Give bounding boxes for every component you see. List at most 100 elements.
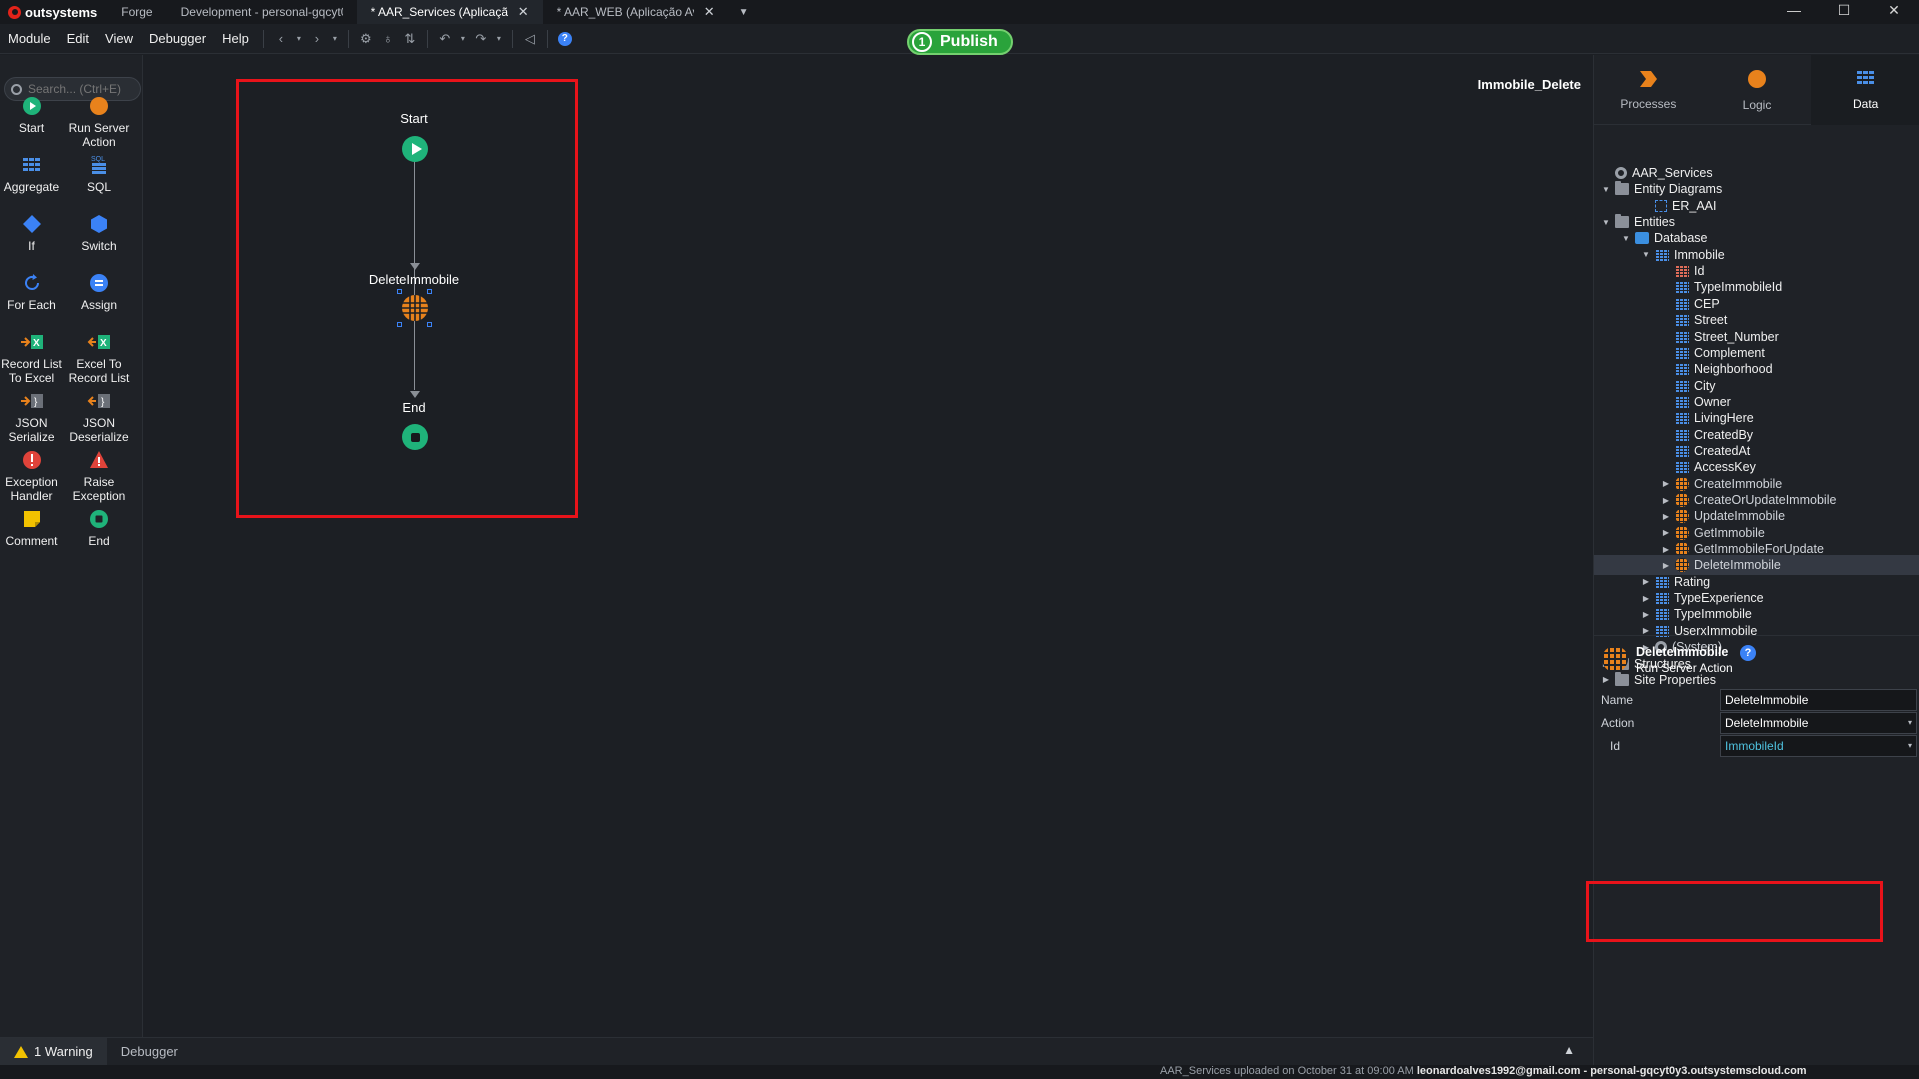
close-window-button[interactable]: ✕ (1869, 0, 1919, 24)
debugger-tab[interactable]: Debugger (107, 1038, 192, 1066)
run-server-action-node[interactable] (400, 293, 430, 323)
collapsed-arrow-icon[interactable]: ▶ (1660, 561, 1672, 570)
database-icon (1635, 232, 1649, 245)
run-server-action-icon (63, 95, 135, 117)
back-dropdown-icon[interactable]: ▾ (292, 28, 306, 50)
close-tab-icon[interactable]: ✕ (704, 4, 715, 20)
collapsed-arrow-icon[interactable]: ▶ (1660, 512, 1672, 521)
expanded-arrow-icon[interactable]: ▼ (1640, 250, 1652, 259)
entity-action-icon (1675, 493, 1689, 507)
document-tab[interactable]: * AAR_Services (Aplicação Avaliação ✕ (356, 0, 543, 24)
tool-excel-to-record-list[interactable]: X Excel To Record List (63, 331, 135, 385)
property-id-field[interactable]: ImmobileId ▾ (1720, 735, 1917, 757)
tree-item-label: GetImmobile (1694, 525, 1765, 540)
tool-sql[interactable]: SQL SQL (63, 154, 135, 194)
tab-data[interactable]: Data (1811, 55, 1919, 125)
data-icon (1856, 70, 1876, 91)
tool-start[interactable]: Start (0, 95, 63, 135)
expanded-arrow-icon[interactable]: ▼ (1600, 185, 1612, 194)
menu-help[interactable]: Help (214, 31, 257, 46)
tool-aggregate[interactable]: Aggregate (0, 154, 63, 194)
megaphone-icon[interactable]: ◁ (519, 28, 541, 50)
selection-handle[interactable] (427, 322, 432, 327)
toolbox-search-input[interactable] (28, 82, 128, 96)
menu-edit[interactable]: Edit (59, 31, 97, 46)
tab-logic[interactable]: Logic (1703, 55, 1812, 125)
maximize-button[interactable]: ☐ (1819, 0, 1869, 24)
menu-debugger[interactable]: Debugger (141, 31, 214, 46)
tool-exception-handler[interactable]: Exception Handler (0, 449, 63, 503)
navigate-back-icon[interactable]: ‹ (270, 28, 292, 50)
forward-dropdown-icon[interactable]: ▾ (328, 28, 342, 50)
settings-gear-icon[interactable]: ⚙ (355, 28, 377, 50)
expanded-arrow-icon[interactable]: ▼ (1600, 218, 1612, 227)
navigate-forward-icon[interactable]: › (306, 28, 328, 50)
property-action-field[interactable]: DeleteImmobile ▾ (1720, 712, 1917, 734)
tool-record-list-to-excel[interactable]: X Record List To Excel (0, 331, 63, 385)
collapsed-arrow-icon[interactable]: ▶ (1660, 528, 1672, 537)
document-tab-label: * AAR_WEB (Aplicação Avaliação Im (556, 5, 694, 19)
selection-handle[interactable] (397, 322, 402, 327)
tab-processes[interactable]: Processes (1594, 55, 1703, 125)
end-node[interactable] (402, 424, 428, 450)
help-icon[interactable]: ? (554, 28, 576, 50)
undo-icon[interactable]: ↶ (434, 28, 456, 50)
aggregate-icon (0, 154, 63, 176)
tree-item-label: CEP (1694, 296, 1720, 311)
document-tab[interactable]: Forge (107, 0, 166, 24)
property-label: Name (1601, 693, 1634, 707)
dropdown-arrow-icon[interactable]: ▾ (1908, 718, 1912, 727)
redo-icon[interactable]: ↷ (470, 28, 492, 50)
dependencies-icon[interactable]: ♁ (377, 28, 399, 50)
entity-action-icon (1675, 476, 1689, 491)
selection-handle[interactable] (427, 289, 432, 294)
debugger-tab-label: Debugger (120, 1044, 178, 1059)
tool-label: JSON Deserialize (69, 416, 129, 444)
tool-label: If (28, 239, 35, 253)
publish-button[interactable]: 1 Publish (907, 29, 1013, 55)
menu-module[interactable]: Module (0, 31, 59, 46)
menu-view[interactable]: View (97, 31, 141, 46)
compare-merge-icon[interactable]: ⇅ (399, 28, 421, 50)
tool-assign[interactable]: Assign (63, 272, 135, 312)
expand-panel-chevron-icon[interactable]: ▲ (1563, 1043, 1575, 1057)
help-icon[interactable]: ? (1740, 644, 1757, 661)
bottom-bar: 1 Warning Debugger ▲ (0, 1037, 1593, 1066)
tool-run-server-action[interactable]: Run Server Action (63, 95, 135, 149)
property-row-id: Id ImmobileId ▾ (1594, 735, 1919, 759)
tool-if[interactable]: If (0, 213, 63, 253)
minimize-button[interactable]: — (1769, 0, 1819, 24)
dropdown-arrow-icon[interactable]: ▾ (1908, 741, 1912, 750)
collapsed-arrow-icon[interactable]: ▶ (1660, 496, 1672, 505)
tool-end[interactable]: End (63, 508, 135, 548)
collapsed-arrow-icon[interactable]: ▶ (1640, 610, 1652, 619)
tool-switch[interactable]: Switch (63, 213, 135, 253)
tool-json-serialize[interactable]: } JSON Serialize (0, 390, 63, 444)
close-tab-icon[interactable]: ✕ (518, 4, 529, 20)
end-icon (63, 508, 135, 530)
collapsed-arrow-icon[interactable]: ▶ (1640, 626, 1652, 635)
collapsed-arrow-icon[interactable]: ▶ (1660, 479, 1672, 488)
warnings-tab[interactable]: 1 Warning (0, 1037, 107, 1066)
tool-for-each[interactable]: For Each (0, 272, 63, 312)
tool-raise-exception[interactable]: Raise Exception (63, 449, 135, 503)
tree-item-label: TypeImmobile (1674, 607, 1752, 622)
property-name-field[interactable]: DeleteImmobile (1720, 689, 1917, 711)
tab-list-dropdown-icon[interactable]: ▼ (729, 7, 759, 18)
collapsed-arrow-icon[interactable]: ▶ (1640, 594, 1652, 603)
tree-item-label: Database (1654, 231, 1708, 246)
start-node[interactable] (402, 136, 428, 162)
document-tab[interactable]: Development - personal-gqcyt0y3.outs (167, 0, 357, 24)
tool-label: Start (18, 121, 45, 135)
user-environment: leonardoalves1992@gmail.com - personal-g… (1416, 1065, 1807, 1077)
redo-dropdown-icon[interactable]: ▾ (492, 28, 506, 50)
undo-dropdown-icon[interactable]: ▾ (456, 28, 470, 50)
document-tab[interactable]: * AAR_WEB (Aplicação Avaliação Im ✕ (543, 0, 729, 24)
tool-label: End (88, 534, 110, 548)
selection-handle[interactable] (397, 289, 402, 294)
tool-comment[interactable]: Comment (0, 508, 63, 548)
collapsed-arrow-icon[interactable]: ▶ (1660, 545, 1672, 554)
tool-json-deserialize[interactable]: } JSON Deserialize (63, 390, 135, 444)
expanded-arrow-icon[interactable]: ▼ (1620, 234, 1632, 243)
collapsed-arrow-icon[interactable]: ▶ (1640, 577, 1652, 586)
